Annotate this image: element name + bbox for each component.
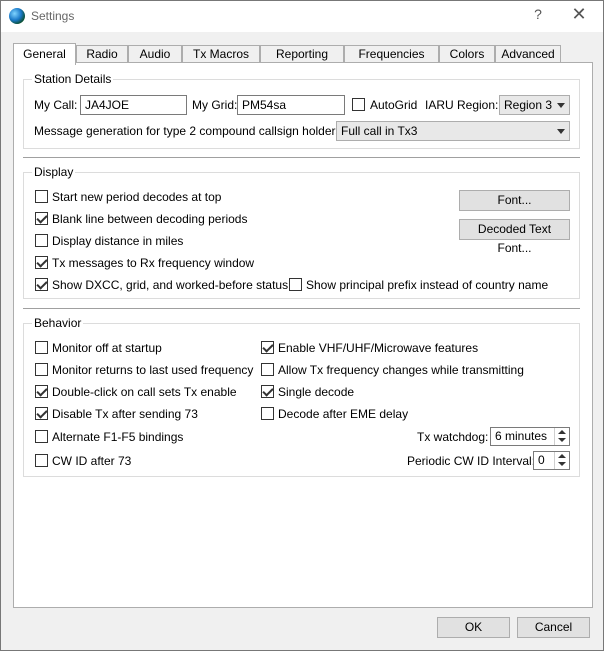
tab-radio[interactable]: Radio — [76, 45, 128, 62]
single-decode-checkbox[interactable] — [261, 385, 274, 398]
show-dxcc-checkbox[interactable] — [35, 278, 48, 291]
iaru-region-label: IARU Region: — [425, 98, 499, 112]
my-call-input[interactable]: JA4JOE — [80, 95, 187, 115]
tab-reporting[interactable]: Reporting — [260, 45, 344, 62]
tx-watchdog-label: Tx watchdog: — [417, 430, 489, 444]
general-panel: Station Details My Call: JA4JOE My Grid:… — [13, 62, 593, 608]
arrow-up-icon — [558, 454, 566, 458]
cw-id-label: CW ID after 73 — [52, 454, 132, 468]
settings-window: Settings ? ✕ General Radio Audio Tx Macr… — [0, 0, 604, 651]
principal-prefix-checkbox[interactable] — [289, 278, 302, 291]
separator — [23, 308, 580, 309]
spin-buttons[interactable] — [554, 428, 569, 445]
alternate-bindings-checkbox[interactable] — [35, 430, 48, 443]
ok-button[interactable]: OK — [437, 617, 510, 638]
cw-interval-spinbox[interactable]: 0 — [533, 451, 570, 470]
window-title: Settings — [31, 9, 75, 23]
start-new-period-label: Start new period decodes at top — [52, 190, 222, 204]
arrow-up-icon — [558, 430, 566, 434]
blank-line-label: Blank line between decoding periods — [52, 212, 248, 226]
my-grid-label: My Grid: — [192, 98, 238, 112]
monitor-returns-checkbox[interactable] — [35, 363, 48, 376]
tab-general[interactable]: General — [13, 43, 76, 65]
tx-watchdog-spinbox[interactable]: 6 minutes — [490, 427, 570, 446]
title-bar: Settings ? ✕ — [1, 1, 603, 32]
decoded-text-font-button[interactable]: Decoded Text Font... — [459, 219, 570, 255]
iaru-region-select[interactable]: Region 3 — [499, 95, 570, 115]
my-grid-input[interactable]: PM54sa — [237, 95, 345, 115]
chevron-down-icon — [557, 129, 565, 134]
tab-colors[interactable]: Colors — [439, 45, 495, 62]
allow-tx-freq-checkbox[interactable] — [261, 363, 274, 376]
single-decode-label: Single decode — [278, 385, 355, 399]
tx-watchdog-value: 6 minutes — [495, 429, 548, 443]
help-button[interactable]: ? — [531, 6, 545, 22]
eme-delay-label: Decode after EME delay — [278, 407, 409, 421]
disable-tx-checkbox[interactable] — [35, 407, 48, 420]
iaru-region-value: Region 3 — [504, 98, 553, 112]
arrow-down-icon — [558, 438, 566, 442]
tab-audio[interactable]: Audio — [128, 45, 182, 62]
spin-buttons[interactable] — [554, 452, 569, 469]
arrow-down-icon — [558, 462, 566, 466]
cw-interval-value: 0 — [538, 453, 545, 467]
cw-id-checkbox[interactable] — [35, 454, 48, 467]
monitor-returns-label: Monitor returns to last used frequency — [52, 363, 254, 377]
msg-gen-select[interactable]: Full call in Tx3 — [336, 121, 570, 141]
vhf-uhf-label: Enable VHF/UHF/Microwave features — [278, 341, 479, 355]
double-click-checkbox[interactable] — [35, 385, 48, 398]
principal-prefix-label: Show principal prefix instead of country… — [306, 278, 549, 292]
station-details-title: Station Details — [32, 72, 114, 86]
msg-gen-value: Full call in Tx3 — [341, 124, 418, 138]
distance-miles-checkbox[interactable] — [35, 234, 48, 247]
display-title: Display — [32, 165, 76, 179]
my-call-label: My Call: — [34, 98, 78, 112]
disable-tx-label: Disable Tx after sending 73 — [52, 407, 198, 421]
distance-miles-label: Display distance in miles — [52, 234, 184, 248]
eme-delay-checkbox[interactable] — [261, 407, 274, 420]
tx-messages-label: Tx messages to Rx frequency window — [52, 256, 255, 270]
separator — [23, 157, 580, 158]
allow-tx-freq-label: Allow Tx frequency changes while transmi… — [278, 363, 524, 377]
cancel-button[interactable]: Cancel — [517, 617, 590, 638]
double-click-label: Double-click on call sets Tx enable — [52, 385, 237, 399]
blank-line-checkbox[interactable] — [35, 212, 48, 225]
monitor-off-label: Monitor off at startup — [52, 341, 162, 355]
tab-tx-macros[interactable]: Tx Macros — [182, 45, 260, 62]
start-new-period-checkbox[interactable] — [35, 190, 48, 203]
msg-gen-label: Message generation for type 2 compound c… — [34, 124, 345, 138]
behavior-title: Behavior — [32, 316, 84, 330]
autogrid-checkbox[interactable] — [352, 98, 365, 111]
chevron-down-icon — [557, 103, 565, 108]
show-dxcc-label: Show DXCC, grid, and worked-before statu… — [52, 278, 289, 292]
close-icon[interactable]: ✕ — [569, 4, 589, 25]
tx-messages-checkbox[interactable] — [35, 256, 48, 269]
globe-icon — [9, 8, 25, 24]
autogrid-label: AutoGrid — [370, 98, 418, 112]
cw-interval-label: Periodic CW ID Interval: — [407, 454, 536, 468]
vhf-uhf-checkbox[interactable] — [261, 341, 274, 354]
monitor-off-checkbox[interactable] — [35, 341, 48, 354]
font-button[interactable]: Font... — [459, 190, 570, 211]
tab-advanced[interactable]: Advanced — [495, 45, 561, 62]
tab-frequencies[interactable]: Frequencies — [344, 45, 439, 62]
alternate-bindings-label: Alternate F1-F5 bindings — [52, 430, 184, 444]
